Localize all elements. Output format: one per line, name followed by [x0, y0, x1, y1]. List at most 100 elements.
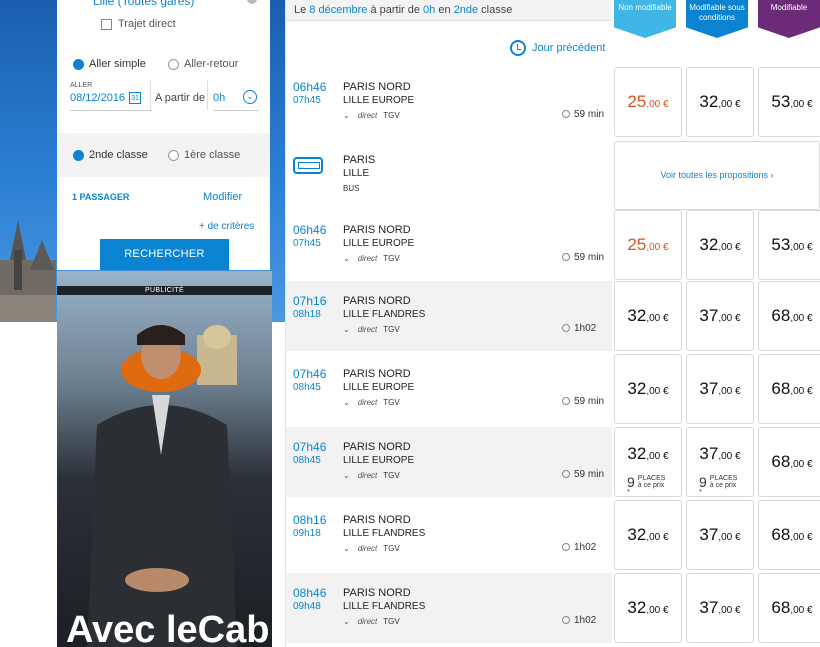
clear-icon[interactable]: ×: [247, 0, 257, 4]
price-cents: ,00 €: [646, 99, 669, 110]
price-value: 37,00 €: [687, 598, 753, 618]
chevron-down-icon[interactable]: ⌄: [243, 90, 257, 104]
field-separator: [150, 80, 151, 110]
date-input[interactable]: 08/12/2016: [70, 92, 125, 104]
field-separator: [207, 80, 208, 110]
ad-tag: PUBLICITÉ: [57, 286, 272, 295]
previous-day-link[interactable]: Jour précédent: [510, 40, 605, 56]
price-cell[interactable]: 32,00 € 9 PLACES à ce prix *: [614, 427, 682, 497]
calendar-icon[interactable]: 31: [129, 92, 141, 104]
trip-details[interactable]: ⌄ direct TGV: [343, 254, 400, 263]
trip-row[interactable]: 06h46 07h45 PARIS NORD LILLE EUROPE ⌄ direct T…: [286, 67, 612, 137]
price-cell[interactable]: 68,00 €: [758, 500, 820, 570]
chevron-down-icon[interactable]: ⌄: [343, 254, 350, 263]
summary-text: à partir de: [367, 4, 424, 16]
duration-value: 1h02: [574, 323, 597, 334]
radio-icon[interactable]: [168, 149, 179, 161]
checkbox-icon[interactable]: [101, 18, 112, 30]
price-cell[interactable]: 37,00 €: [686, 354, 754, 424]
all-propositions-link[interactable]: Voir toutes les propositions ›: [614, 141, 820, 210]
trip-details[interactable]: ⌄ direct TGV: [343, 111, 400, 120]
price-amount: 25: [627, 235, 647, 254]
one-way-label: Aller simple: [89, 58, 146, 70]
modify-link[interactable]: Modifier: [203, 191, 242, 203]
price-amount: 68: [771, 379, 791, 398]
arrival-time: 08h45: [293, 455, 321, 466]
chevron-down-icon[interactable]: ⌄: [343, 617, 350, 626]
clock-icon: [562, 253, 570, 261]
trip-row[interactable]: 07h46 08h45 PARIS NORD LILLE EUROPE ⌄ direct T…: [286, 354, 612, 424]
trip-row[interactable]: 08h46 09h48 PARIS NORD LILLE FLANDRES ⌄ direc…: [286, 573, 612, 643]
price-cents: ,00 €: [718, 99, 741, 110]
class1-label: 1ère classe: [184, 149, 241, 161]
price-cell[interactable]: 37,00 €: [686, 281, 754, 351]
price-cell[interactable]: 32,00 €: [614, 281, 682, 351]
price-cell[interactable]: 68,00 €: [758, 281, 820, 351]
train-type: TGV: [383, 398, 400, 407]
price-amount: 32: [627, 444, 647, 463]
price-cell[interactable]: 25,00 €: [614, 210, 682, 280]
class1-radio[interactable]: 1ère classe: [168, 149, 240, 161]
price-cell[interactable]: 37,00 €: [686, 500, 754, 570]
hour-input[interactable]: 0h: [213, 92, 225, 104]
trip-row[interactable]: 07h46 08h45 PARIS NORD LILLE EUROPE ⌄ direct T…: [286, 427, 612, 497]
chevron-down-icon[interactable]: ⌄: [343, 398, 350, 407]
trip-row[interactable]: 07h16 08h18 PARIS NORD LILLE FLANDRES ⌄ direc…: [286, 281, 612, 351]
price-cell[interactable]: 68,00 €: [758, 427, 820, 497]
price-cell[interactable]: 37,00 € 9 PLACES à ce prix *: [686, 427, 754, 497]
price-cell[interactable]: 32,00 €: [686, 67, 754, 137]
price-amount: 32: [627, 379, 647, 398]
price-cents: ,00 €: [718, 605, 741, 616]
destination-station: LILLE EUROPE: [343, 382, 415, 393]
chevron-down-icon[interactable]: ⌄: [343, 325, 350, 334]
trip-details[interactable]: ⌄ direct TGV: [343, 398, 400, 407]
chevron-down-icon[interactable]: ⌄: [343, 544, 350, 553]
price-cents: ,00 €: [790, 313, 813, 324]
all-propositions-label: Voir toutes les propositions: [660, 170, 769, 180]
arrival-time: 07h45: [293, 238, 321, 249]
price-cell[interactable]: 32,00 €: [614, 500, 682, 570]
duration-value: 59 min: [574, 396, 605, 407]
origin-station: PARIS NORD: [343, 224, 411, 236]
one-way-radio[interactable]: Aller simple: [73, 58, 146, 70]
fare-type-non-modifiable[interactable]: Non modifiable: [614, 0, 676, 38]
chevron-down-icon[interactable]: ⌄: [343, 111, 350, 120]
destination-field[interactable]: Lille (Toutes gares) ×: [57, 0, 270, 8]
price-cell[interactable]: 53,00 €: [758, 67, 820, 137]
trip-details[interactable]: ⌄ direct TGV: [343, 544, 400, 553]
price-cell[interactable]: 32,00 €: [686, 210, 754, 280]
price-cell[interactable]: 32,00 €: [614, 573, 682, 643]
price-cell[interactable]: 32,00 €: [614, 354, 682, 424]
trip-row[interactable]: 06h46 07h45 PARIS NORD LILLE EUROPE ⌄ direct T…: [286, 210, 612, 280]
bus-row[interactable]: PARIS LILLE BUS: [286, 140, 612, 210]
arrival-time: 08h18: [293, 309, 321, 320]
price-cell[interactable]: 68,00 €: [758, 354, 820, 424]
radio-icon[interactable]: [168, 58, 179, 70]
trip-row[interactable]: 08h16 09h18 PARIS NORD LILLE FLANDRES ⌄ direc…: [286, 500, 612, 570]
price-cell[interactable]: 68,00 €: [758, 573, 820, 643]
direct-checkbox[interactable]: Trajet direct: [57, 18, 270, 30]
class2-radio[interactable]: 2nde classe: [73, 149, 148, 161]
trip-details[interactable]: ⌄ direct TGV: [343, 617, 400, 626]
trip-details[interactable]: ⌄ direct TGV: [343, 325, 400, 334]
price-cents: ,00 €: [646, 532, 669, 543]
fare-type-modifiable-conditions[interactable]: Modifiable sous conditions: [686, 0, 748, 38]
trip-details[interactable]: ⌄ direct TGV: [343, 471, 400, 480]
search-button[interactable]: RECHERCHER: [100, 239, 229, 270]
price-cell[interactable]: 25,00 €: [614, 67, 682, 137]
price-cents: ,00 €: [790, 99, 813, 110]
price-cell[interactable]: 37,00 €: [686, 573, 754, 643]
advertisement[interactable]: PUBLICITÉ Avec leCab,: [57, 271, 272, 647]
price-value: 68,00 €: [759, 452, 820, 472]
price-cents: ,00 €: [718, 451, 741, 462]
radio-icon[interactable]: [73, 58, 84, 70]
clock-icon: [562, 470, 570, 478]
fare-type-modifiable[interactable]: Modifiable: [758, 0, 820, 38]
price-amount: 32: [627, 525, 647, 544]
more-criteria-link[interactable]: + de critères: [57, 221, 270, 232]
price-cell[interactable]: 53,00 €: [758, 210, 820, 280]
chevron-down-icon[interactable]: ⌄: [343, 471, 350, 480]
radio-icon[interactable]: [73, 149, 84, 161]
round-trip-radio[interactable]: Aller-retour: [168, 58, 238, 70]
trip-duration: 59 min: [562, 396, 604, 407]
